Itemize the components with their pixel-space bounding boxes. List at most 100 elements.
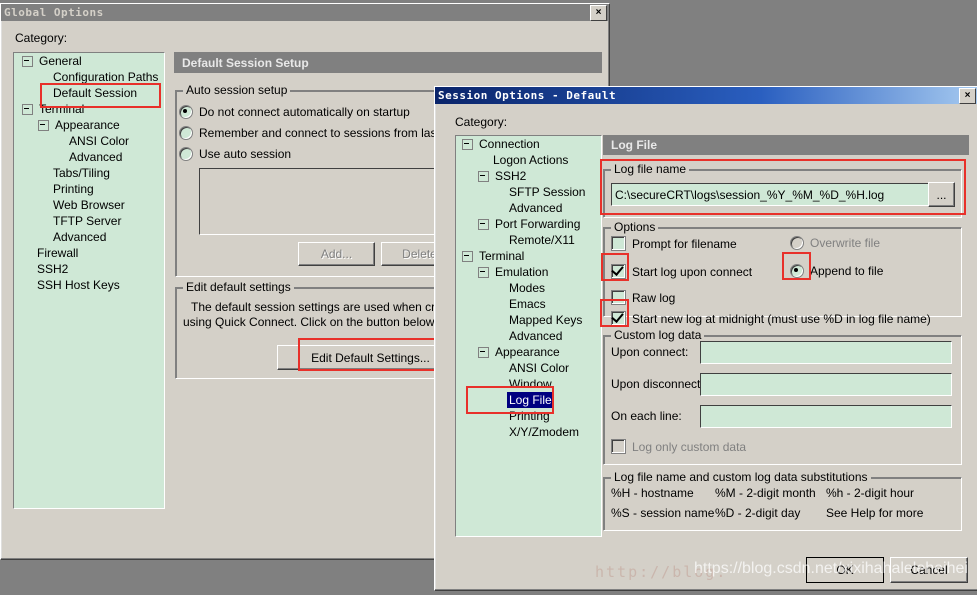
tree-item-advanced[interactable]: Advanced [14,149,164,165]
tree-item-label: Mapped Keys [509,313,583,327]
radio-label: Use auto session [199,147,292,161]
tree-item-advanced[interactable]: Advanced [14,229,164,245]
subst-see-help: See Help for more [826,506,924,520]
upon-connect-input[interactable] [700,341,952,364]
tree-item-remote-x11[interactable]: Remote/X11 [456,232,601,248]
tree-item-configuration-paths[interactable]: Configuration Paths [14,69,164,85]
tree-item-connection[interactable]: Connection [456,136,601,152]
subst-session-name: %S - session name [611,506,715,520]
tree-item-ssh2[interactable]: SSH2 [456,168,601,184]
tree-item-label: Default Session [53,86,138,100]
checkbox-label: Log only custom data [632,439,747,454]
tree-item-emacs[interactable]: Emacs [456,296,601,312]
radio-use-auto-session[interactable]: Use auto session [179,147,291,161]
tree-item-web-browser[interactable]: Web Browser [14,197,164,213]
tree-item-x-y-zmodem[interactable]: X/Y/Zmodem [456,424,601,440]
edit-default-description-line2: using Quick Connect. Click on the button… [183,315,448,329]
tree-item-tabs-tiling[interactable]: Tabs/Tiling [14,165,164,181]
tree-item-logon-actions[interactable]: Logon Actions [456,152,601,168]
collapse-icon[interactable] [22,55,33,67]
tree-item-mapped-keys[interactable]: Mapped Keys [456,312,601,328]
check-raw-log[interactable]: Raw log [611,290,675,305]
tree-item-appearance[interactable]: Appearance [14,117,164,133]
tree-item-log-file[interactable]: Log File [456,392,601,408]
tree-item-ansi-color[interactable]: ANSI Color [456,360,601,376]
close-icon[interactable]: × [959,87,976,104]
cancel-button[interactable]: Cancel [890,557,968,583]
collapse-icon[interactable] [478,170,489,182]
radio-label: Remember and connect to sessions from la… [199,126,463,140]
edit-default-settings-legend: Edit default settings [183,281,294,293]
session-options-category-label: Category: [455,115,508,129]
tree-item-ssh2[interactable]: SSH2 [14,261,164,277]
tree-item-label: Appearance [55,118,120,132]
collapse-icon[interactable] [478,218,489,230]
collapse-icon[interactable] [478,266,489,278]
tree-item-label: Web Browser [53,198,125,212]
tree-item-label: Tabs/Tiling [53,166,110,180]
upon-disconnect-input[interactable] [700,373,952,396]
tree-item-tftp-server[interactable]: TFTP Server [14,213,164,229]
tree-item-label: Firewall [37,246,79,260]
check-prompt-for-filename[interactable]: Prompt for filename [611,236,737,251]
collapse-icon[interactable] [38,119,49,131]
tree-item-printing[interactable]: Printing [14,181,164,197]
subst-day: %D - 2-digit day [715,506,801,520]
tree-item-ssh-host-keys[interactable]: SSH Host Keys [14,277,164,293]
tree-item-terminal[interactable]: Terminal [14,101,164,117]
tree-item-printing[interactable]: Printing [456,408,601,424]
tree-item-label: ANSI Color [509,361,570,375]
radio-indicator [790,236,804,250]
global-options-category-tree[interactable]: General Configuration Paths Default Sessio… [13,52,165,509]
global-options-category-label: Category: [15,31,68,45]
collapse-icon[interactable] [462,138,473,150]
tree-item-ansi-color[interactable]: ANSI Color [14,133,164,149]
tree-item-advanced[interactable]: Advanced [456,200,601,216]
check-log-only-custom-data[interactable]: Log only custom data [611,439,746,454]
tree-item-label: SSH Host Keys [37,278,120,292]
tree-item-label: Window [509,377,552,391]
tree-item-default-session[interactable]: Default Session [14,85,164,101]
check-start-new-log-at-midnight[interactable]: Start new log at midnight (must use %D i… [611,311,931,326]
custom-log-data-legend: Custom log data [611,329,705,341]
close-icon[interactable]: × [590,4,607,21]
ok-button[interactable]: OK [806,557,884,583]
radio-overwrite-file[interactable]: Overwrite file [790,236,880,250]
tree-item-sftp-session[interactable]: SFTP Session [456,184,601,200]
radio-label: Overwrite file [810,236,881,250]
tree-item-label: Port Forwarding [495,217,581,231]
tree-item-modes[interactable]: Modes [456,280,601,296]
radio-label: Append to file [810,264,884,278]
radio-append-to-file[interactable]: Append to file [790,264,883,278]
radio-do-not-connect[interactable]: Do not connect automatically on startup [179,105,410,119]
tree-item-advanced[interactable]: Advanced [456,328,601,344]
collapse-icon[interactable] [462,250,473,262]
tree-item-port-forwarding[interactable]: Port Forwarding [456,216,601,232]
tree-item-label: Terminal [39,102,85,116]
tree-item-terminal[interactable]: Terminal [456,248,601,264]
tree-item-label: Advanced [69,150,123,164]
tree-item-label: Terminal [479,249,525,263]
tree-item-appearance[interactable]: Appearance [456,344,601,360]
collapse-icon[interactable] [478,346,489,358]
tree-item-label: ANSI Color [69,134,130,148]
tree-item-firewall[interactable]: Firewall [14,245,164,261]
checkbox-indicator [611,311,626,326]
radio-remember-sessions[interactable]: Remember and connect to sessions from la… [179,126,462,140]
session-options-category-tree[interactable]: Connection Logon Actions SSH2 SFTP Session A… [455,135,602,537]
session-options-titlebar[interactable]: Session Options - Default × [435,87,977,104]
tree-item-emulation[interactable]: Emulation [456,264,601,280]
on-each-line-input[interactable] [700,405,952,428]
auto-session-legend: Auto session setup [183,84,291,96]
radio-indicator [179,105,193,119]
tree-item-label: Connection [479,137,540,151]
add-button[interactable]: Add... [298,242,375,266]
substitutions-legend: Log file name and custom log data substi… [611,471,871,483]
collapse-icon[interactable] [22,103,33,115]
global-options-titlebar[interactable]: Global Options × [1,4,609,21]
browse-log-file-button[interactable]: ... [928,182,955,207]
tree-item-window[interactable]: Window [456,376,601,392]
log-file-name-input[interactable]: C:\secureCRT\logs\session_%Y_%M_%D_%H.lo… [611,183,930,206]
check-start-log-upon-connect[interactable]: Start log upon connect [611,264,752,279]
tree-item-general[interactable]: General [14,53,164,69]
